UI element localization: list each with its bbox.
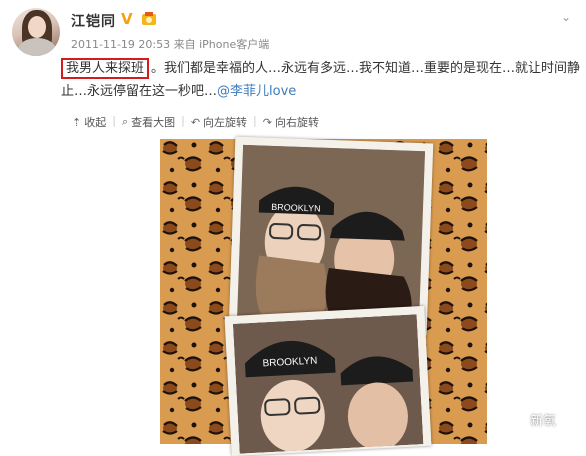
chevron-down-icon[interactable]: ⌄ — [561, 10, 571, 24]
view-large-label: 查看大图 — [131, 116, 176, 129]
medal-icon — [142, 12, 156, 25]
watermark-text: 新氧 — [530, 414, 557, 429]
divider: | — [181, 114, 185, 127]
search-icon: ⌕ — [121, 115, 129, 128]
photo-frame-top: BROOKLYN — [228, 136, 434, 336]
image-toolbar: ⇡ 收起 | ⌕ 查看大图 | ↶ 向左旋转 | ↷ 向右旋转 — [72, 114, 319, 130]
selfie-photo-bottom: BROOKLYN — [232, 314, 424, 454]
selfie-illustration-bottom: BROOKLYN — [232, 314, 424, 454]
watermark: 新氧 — [508, 410, 556, 429]
collapse-button[interactable]: ⇡ 收起 — [72, 114, 106, 130]
arrow-up-icon: ⇡ — [72, 115, 82, 129]
verified-badge-icon: V — [121, 10, 133, 28]
wechat-icon — [508, 412, 526, 427]
divider: | — [112, 114, 116, 127]
selfie-photo-top: BROOKLYN — [236, 144, 426, 328]
avatar[interactable] — [12, 8, 60, 56]
post-text: 我男人来探班 。我们都是幸福的人…永远有多远…我不知道…重要的是现在…就让时间静止… — [61, 57, 581, 103]
rotate-left-button[interactable]: ↶ 向左旋转 — [191, 114, 247, 130]
view-large-button[interactable]: ⌕ 查看大图 — [122, 114, 175, 130]
avatar-face — [28, 16, 46, 38]
rotate-left-icon: ↶ — [190, 115, 201, 129]
hat-caption-top: BROOKLYN — [271, 202, 321, 214]
rotate-right-button[interactable]: ↷ 向右旋转 — [263, 114, 319, 130]
avatar-body — [18, 38, 56, 56]
photo-frame-bottom: BROOKLYN — [224, 305, 432, 456]
mention-link[interactable]: @李菲儿love — [217, 84, 296, 99]
rotate-left-label: 向左旋转 — [203, 116, 248, 129]
rotate-right-label: 向右旋转 — [274, 116, 319, 129]
post-meta: 2011-11-19 20:53 来自 iPhone客户端 — [71, 38, 270, 51]
author-name[interactable]: 江铠同 — [71, 11, 116, 31]
rotate-right-icon: ↷ — [262, 115, 272, 129]
divider: | — [253, 114, 257, 127]
selfie-illustration: BROOKLYN — [236, 144, 426, 328]
collapse-label: 收起 — [84, 116, 107, 129]
highlighted-text: 我男人来探班 — [61, 58, 150, 79]
